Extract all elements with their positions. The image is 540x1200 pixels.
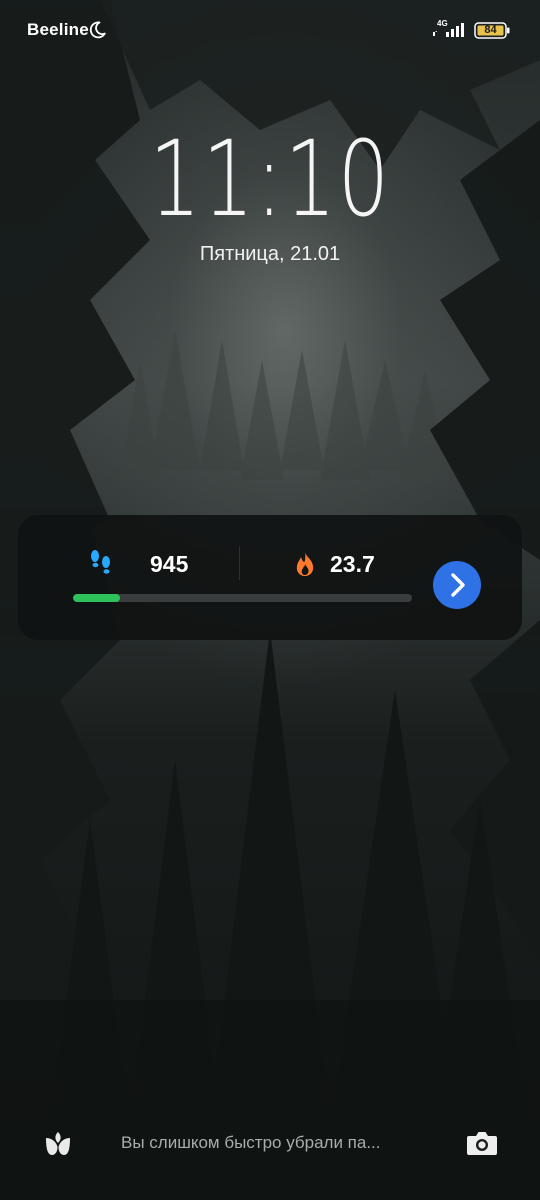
signal-icon xyxy=(433,23,464,37)
steps-value: 945 xyxy=(150,551,189,577)
lock-hint-text: Вы слишком быстро убрали па... xyxy=(121,1133,381,1152)
flower-icon[interactable] xyxy=(42,1128,74,1158)
battery-level: 84 xyxy=(484,24,497,36)
calories-value: 23.7 xyxy=(330,551,375,577)
lock-date: Пятница, 21.01 xyxy=(199,243,341,265)
steps-icon xyxy=(91,550,110,574)
camera-icon[interactable] xyxy=(466,1129,498,1157)
lock-clock: 11:10 xyxy=(149,118,391,240)
status-bar: Beeline 4G 84 xyxy=(0,0,540,60)
chevron-right-icon xyxy=(451,573,465,597)
flame-icon xyxy=(296,552,314,576)
steps-progress-bar xyxy=(73,594,412,602)
widget-divider xyxy=(239,546,240,580)
carrier-name: Beeline xyxy=(27,20,89,39)
moon-icon xyxy=(89,21,106,39)
open-fitness-button[interactable] xyxy=(433,561,481,609)
steps-progress-fill xyxy=(73,594,121,602)
